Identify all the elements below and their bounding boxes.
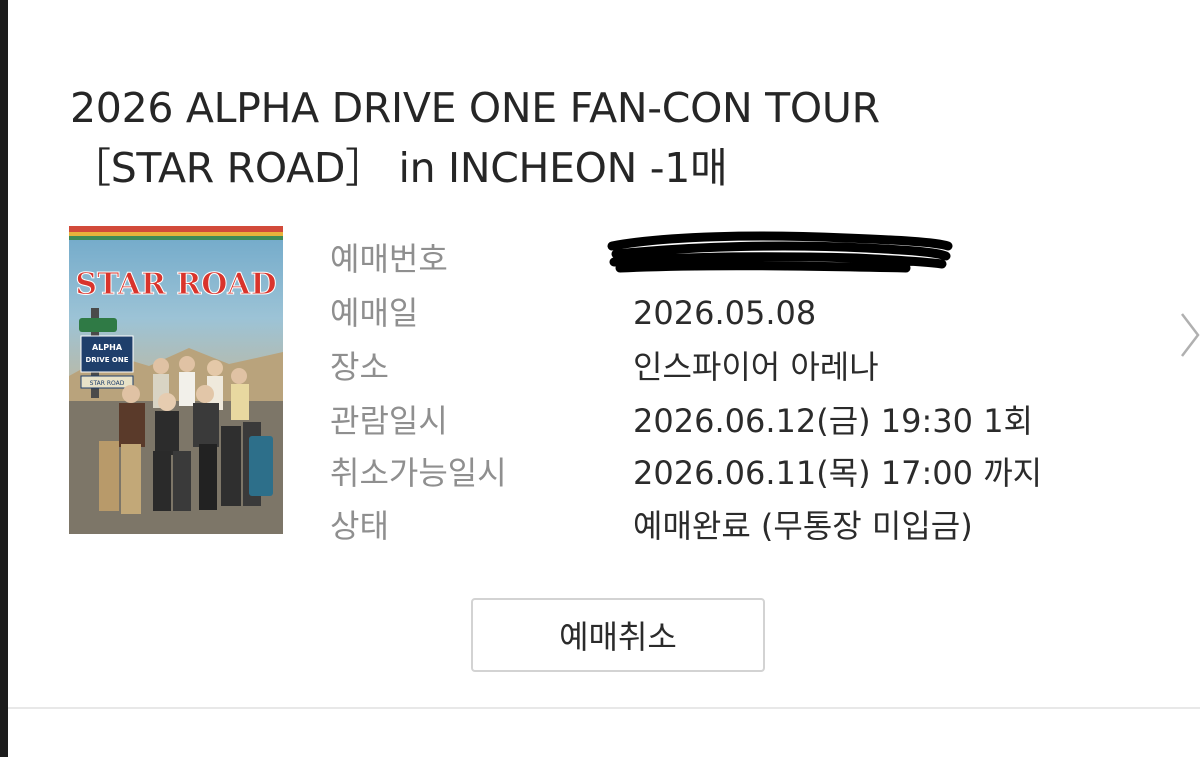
detail-row-booking-number: 예매번호 [8, 233, 1200, 285]
booking-date-label: 예매일 [330, 294, 419, 332]
detail-row-show-time: 관람일시 2026.06.12(금) 19:30 1회 [8, 395, 1200, 447]
cancel-deadline-value: 2026.06.11(목) 17:00 까지 [633, 454, 1043, 492]
booking-number-redaction [607, 231, 953, 273]
event-title: 2026 ALPHA DRIVE ONE FAN-CON TOUR ［STAR … [70, 78, 1070, 198]
chevron-right-icon[interactable] [1180, 312, 1200, 362]
venue-label: 장소 [330, 348, 389, 386]
detail-row-venue: 장소 인스파이어 아레나 [8, 341, 1200, 393]
booking-number-label: 예매번호 [330, 240, 448, 278]
ticket-order-card: 2026 ALPHA DRIVE ONE FAN-CON TOUR ［STAR … [8, 0, 1200, 757]
event-title-line-2: ［STAR ROAD］ in INCHEON -1매 [70, 144, 728, 192]
window-edge [0, 0, 8, 757]
status-value: 예매완료 (무통장 미입금) [633, 507, 973, 545]
cancel-booking-button[interactable]: 예매취소 [471, 598, 765, 672]
section-divider [8, 707, 1200, 709]
detail-row-status: 상태 예매완료 (무통장 미입금) [8, 500, 1200, 552]
event-title-line-1: 2026 ALPHA DRIVE ONE FAN-CON TOUR [70, 84, 880, 132]
show-time-label: 관람일시 [330, 402, 448, 440]
booking-date-value: 2026.05.08 [633, 294, 817, 332]
show-time-value: 2026.06.12(금) 19:30 1회 [633, 402, 1033, 440]
cancel-deadline-label: 취소가능일시 [330, 454, 507, 492]
detail-row-booking-date: 예매일 2026.05.08 [8, 287, 1200, 339]
status-label: 상태 [330, 507, 389, 545]
venue-value: 인스파이어 아레나 [633, 348, 879, 386]
detail-row-cancel-deadline: 취소가능일시 2026.06.11(목) 17:00 까지 [8, 447, 1200, 499]
